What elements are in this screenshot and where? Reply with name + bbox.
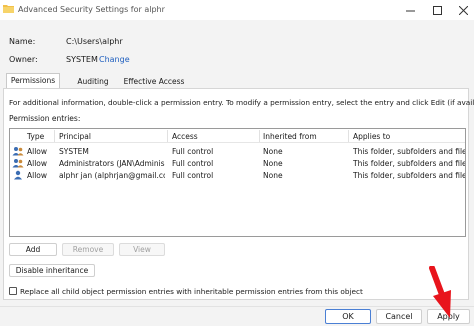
column-divider[interactable]	[54, 130, 55, 142]
close-icon	[458, 5, 468, 15]
add-button[interactable]: Add	[9, 243, 57, 256]
column-header-principal[interactable]: Principal	[59, 132, 91, 141]
remove-button[interactable]: Remove	[62, 243, 114, 256]
entry-access: Full control	[172, 147, 214, 156]
table-row[interactable]: Allow SYSTEM Full control None This fold…	[10, 145, 465, 157]
cancel-button[interactable]: Cancel	[376, 309, 422, 324]
name-label: Name:	[9, 37, 36, 46]
close-button[interactable]	[450, 2, 474, 18]
tab-effective-access[interactable]: Effective Access	[122, 74, 186, 88]
replace-child-permissions-label[interactable]: Replace all child object permission entr…	[20, 287, 363, 296]
title-bar: Advanced Security Settings for alphr	[0, 0, 474, 20]
maximize-button[interactable]	[424, 2, 450, 18]
permission-entries-label: Permission entries:	[9, 114, 81, 123]
maximize-icon	[432, 5, 442, 15]
column-header-inherited-from[interactable]: Inherited from	[263, 132, 317, 141]
tab-auditing[interactable]: Auditing	[66, 74, 120, 88]
table-row[interactable]: Allow alphr jan (alphrjan@gmail.co... Fu…	[10, 169, 465, 181]
entry-principal: Administrators (JAN\Adminis...	[59, 159, 165, 168]
minimize-button[interactable]	[397, 2, 423, 18]
entry-inherited-from: None	[263, 159, 283, 168]
red-arrow-annotation-icon	[429, 266, 451, 318]
change-owner-link[interactable]: Change	[99, 55, 130, 64]
folder-icon	[3, 5, 14, 13]
owner-value: SYSTEM	[66, 55, 98, 64]
table-header: Type Principal Access Inherited from App…	[10, 129, 465, 143]
minimize-icon	[405, 10, 415, 11]
instructions-text: For additional information, double-click…	[9, 98, 474, 107]
window-title: Advanced Security Settings for alphr	[18, 5, 165, 14]
group-users-icon	[12, 147, 24, 156]
column-header-type[interactable]: Type	[27, 132, 44, 141]
entry-access: Full control	[172, 159, 214, 168]
column-header-access[interactable]: Access	[172, 132, 198, 141]
entry-applies-to: This folder, subfolders and files	[353, 171, 465, 180]
entry-applies-to: This folder, subfolders and files	[353, 147, 465, 156]
column-divider[interactable]	[348, 130, 349, 142]
entry-type: Allow	[27, 171, 48, 180]
column-divider[interactable]	[259, 130, 260, 142]
single-user-icon	[14, 170, 22, 180]
permission-entries-table[interactable]: Type Principal Access Inherited from App…	[9, 128, 466, 237]
column-divider[interactable]	[167, 130, 168, 142]
column-header-applies-to[interactable]: Applies to	[353, 132, 390, 141]
entry-inherited-from: None	[263, 171, 283, 180]
ok-button[interactable]: OK	[325, 309, 371, 324]
disable-inheritance-button[interactable]: Disable inheritance	[9, 264, 95, 277]
name-value: C:\Users\alphr	[66, 37, 123, 46]
entry-type: Allow	[27, 147, 48, 156]
entry-applies-to: This folder, subfolders and files	[353, 159, 465, 168]
group-users-icon	[12, 159, 24, 168]
entry-inherited-from: None	[263, 147, 283, 156]
entry-principal: alphr jan (alphrjan@gmail.co...	[59, 171, 165, 180]
owner-label: Owner:	[9, 55, 38, 64]
entry-principal: SYSTEM	[59, 147, 89, 156]
view-button[interactable]: View	[119, 243, 165, 256]
replace-child-permissions-checkbox[interactable]	[9, 287, 17, 295]
tab-permissions[interactable]: Permissions	[6, 73, 60, 89]
entry-type: Allow	[27, 159, 48, 168]
table-row[interactable]: Allow Administrators (JAN\Adminis... Ful…	[10, 157, 465, 169]
entry-access: Full control	[172, 171, 214, 180]
